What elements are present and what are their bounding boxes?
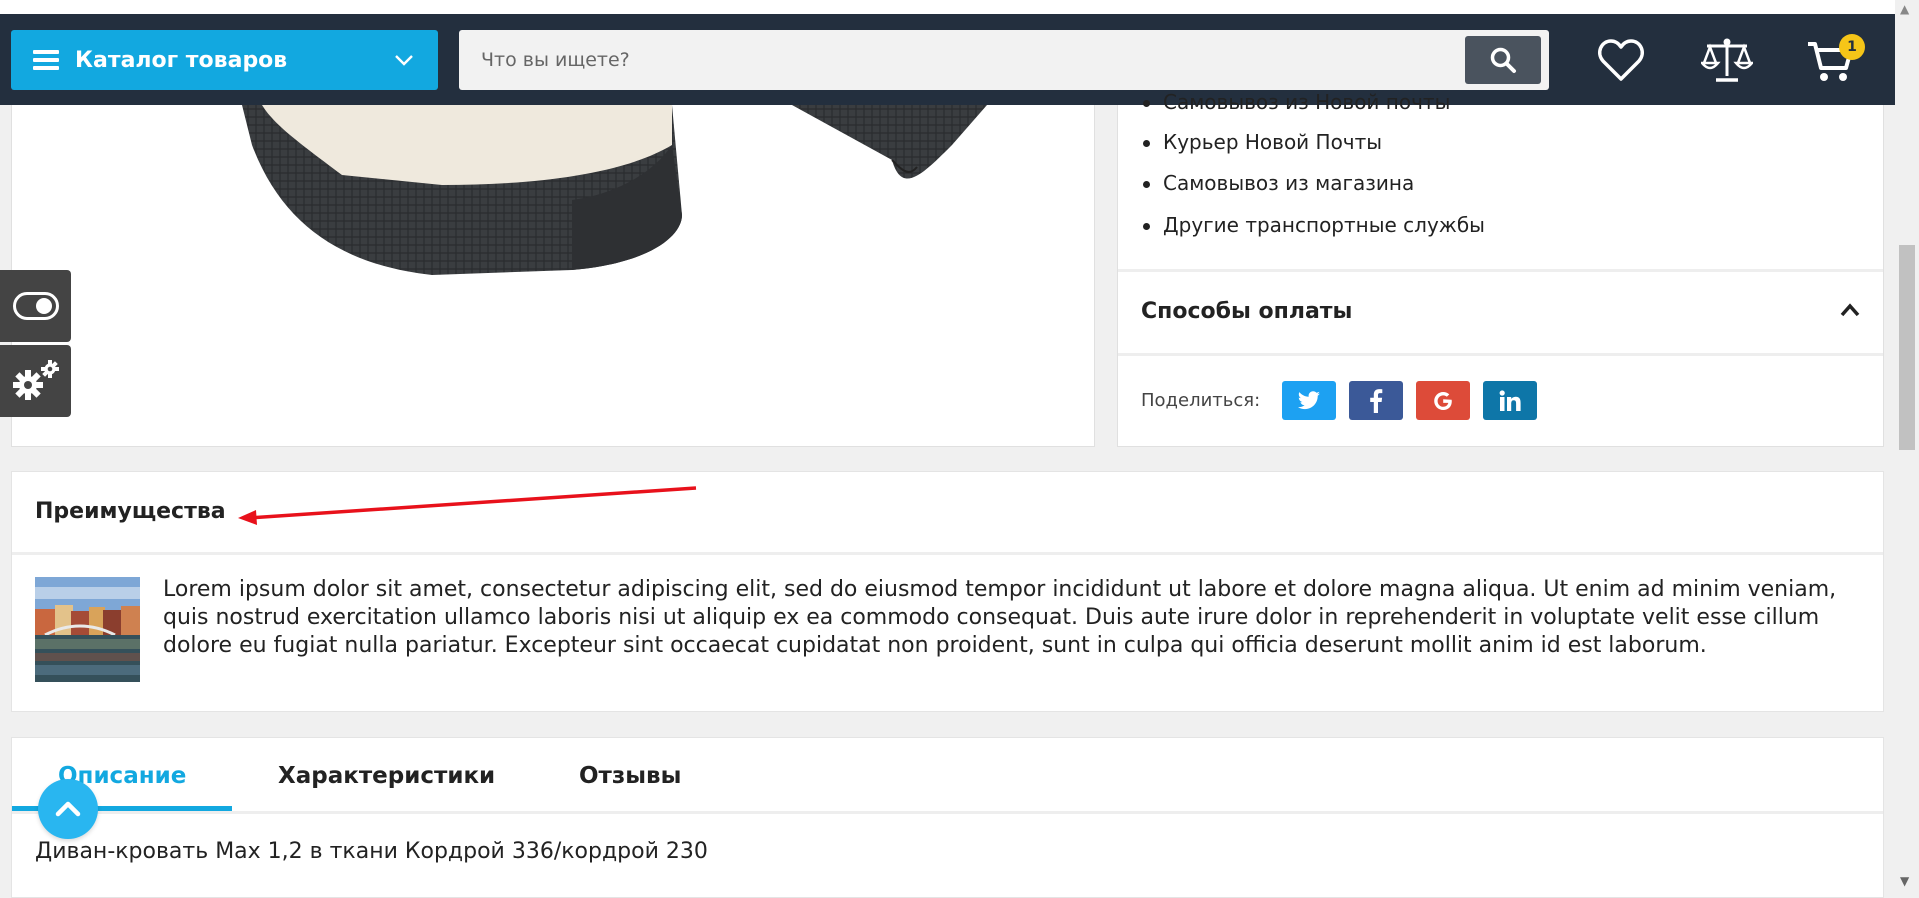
tab-specifications[interactable]: Характеристики — [278, 763, 495, 789]
top-strip — [0, 0, 1895, 14]
share-label: Поделиться: — [1141, 390, 1261, 411]
chevron-up-icon[interactable] — [1839, 302, 1861, 318]
search-input[interactable] — [459, 30, 1449, 90]
product-image[interactable] — [12, 105, 1095, 447]
menu-icon — [33, 50, 59, 70]
divider — [12, 811, 1883, 814]
divider — [1118, 269, 1883, 272]
delivery-item: Самовывоз из Новой почты — [1142, 90, 1451, 114]
tab-reviews[interactable]: Отзывы — [579, 763, 681, 789]
catalog-label: Каталог товаров — [75, 47, 288, 73]
facebook-icon — [1370, 388, 1383, 413]
advantages-text: Lorem ipsum dolor sit amet, consectetur … — [163, 577, 1837, 658]
advantages-thumbnail — [35, 577, 140, 682]
product-image-panel — [11, 105, 1095, 447]
toggle-icon — [12, 292, 59, 320]
scroll-up-icon[interactable]: ▲ — [1900, 2, 1909, 16]
twitter-icon — [1298, 390, 1320, 409]
delivery-item: Другие транспортные службы — [1143, 213, 1485, 237]
google-icon — [1434, 391, 1452, 410]
catalog-button[interactable]: Каталог товаров — [11, 30, 438, 90]
product-info-panel: Самовывоз из Новой почты Курьер Новой По… — [1117, 90, 1884, 447]
payment-methods-title[interactable]: Способы оплаты — [1141, 299, 1352, 324]
divider — [1118, 353, 1883, 356]
settings-button[interactable] — [0, 345, 71, 417]
scroll-to-top-button[interactable] — [38, 779, 98, 839]
scroll-down-icon[interactable]: ▼ — [1900, 874, 1909, 888]
chevron-down-icon — [395, 55, 413, 66]
advantages-title: Преимущества — [35, 499, 226, 524]
divider — [12, 552, 1883, 555]
product-description: Диван-кровать Max 1,2 в ткани Кордрой 33… — [35, 839, 708, 864]
theme-toggle-button[interactable] — [0, 270, 71, 342]
delivery-item: Курьер Новой Почты — [1142, 130, 1383, 154]
share-google-button[interactable] — [1416, 381, 1470, 420]
chevron-up-icon — [55, 801, 81, 817]
linkedin-icon — [1499, 389, 1521, 411]
annotation-arrow — [238, 486, 697, 525]
cart-count-badge: 1 — [1839, 34, 1865, 60]
search-button[interactable] — [1465, 36, 1541, 84]
delivery-item: Самовывоз из магазина — [1142, 171, 1415, 195]
share-facebook-button[interactable] — [1349, 381, 1403, 420]
share-twitter-button[interactable] — [1282, 381, 1336, 420]
search-bar — [459, 30, 1549, 90]
search-icon — [1490, 47, 1516, 73]
scales-icon[interactable] — [1701, 36, 1753, 84]
heart-icon[interactable] — [1597, 38, 1645, 82]
gears-icon — [12, 360, 59, 400]
share-linkedin-button[interactable] — [1483, 381, 1537, 420]
product-tabs-card: Описание Характеристики Отзывы Диван-кро… — [11, 737, 1884, 898]
scrollbar-thumb[interactable] — [1899, 245, 1915, 450]
